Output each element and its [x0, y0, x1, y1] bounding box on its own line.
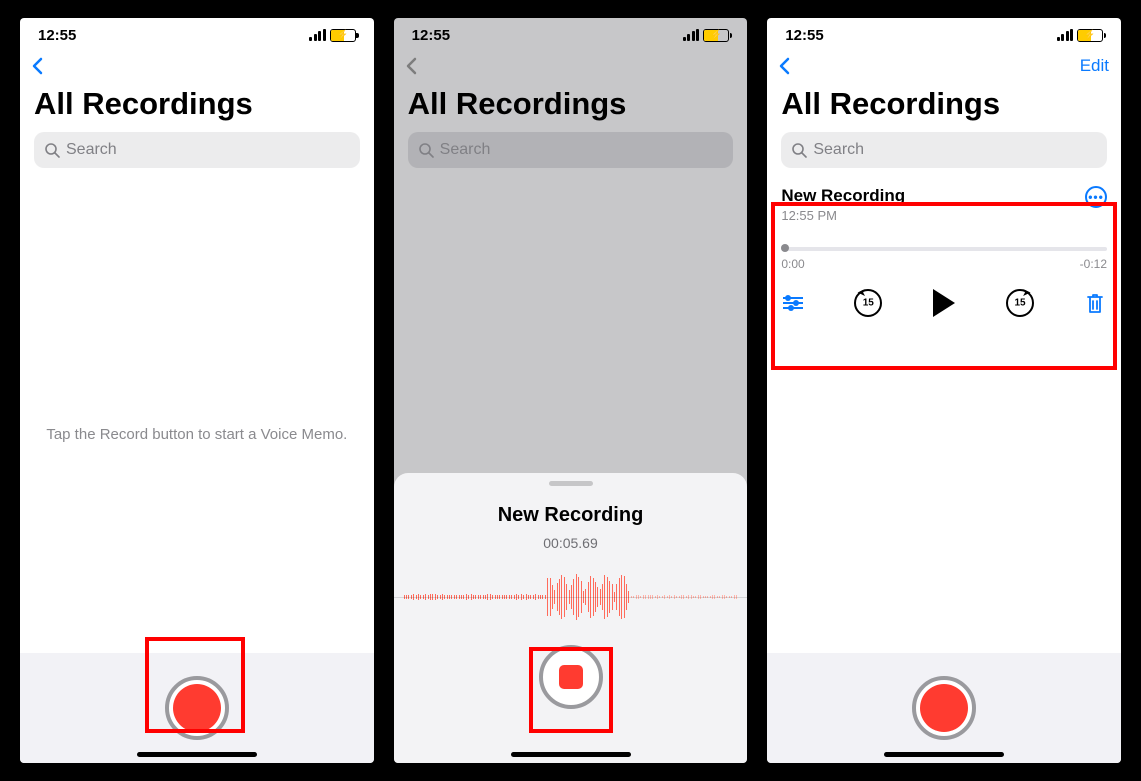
nav-bar: [394, 48, 748, 80]
record-icon: [920, 684, 968, 732]
home-indicator[interactable]: [884, 752, 1004, 757]
screen-1-empty-list: 12:55 ⚡ All Recordings Search Tap the Re…: [20, 18, 374, 763]
home-indicator[interactable]: [137, 752, 257, 757]
search-input: Search: [408, 132, 734, 168]
record-tray: [767, 653, 1121, 763]
battery-icon: ⚡: [330, 29, 356, 42]
home-indicator[interactable]: [511, 752, 631, 757]
status-time: 12:55: [785, 27, 823, 44]
search-icon: [418, 142, 434, 158]
battery-icon: ⚡: [703, 29, 729, 42]
highlight-box: [145, 637, 245, 733]
signal-icon: [309, 29, 326, 41]
search-input[interactable]: Search: [781, 132, 1107, 168]
search-placeholder: Search: [813, 141, 864, 159]
recording-title: New Recording: [498, 504, 644, 527]
highlight-box: [771, 202, 1117, 370]
recording-elapsed: 00:05.69: [543, 535, 598, 551]
nav-bar: [20, 48, 374, 80]
signal-icon: [683, 29, 700, 41]
search-input[interactable]: Search: [34, 132, 360, 168]
waveform: [394, 567, 748, 627]
back-chevron-icon[interactable]: [775, 56, 795, 76]
empty-hint: Tap the Record button to start a Voice M…: [20, 426, 374, 443]
status-time: 12:55: [38, 27, 76, 44]
back-chevron-icon: [402, 56, 422, 76]
nav-bar: Edit: [767, 48, 1121, 80]
search-placeholder: Search: [440, 141, 491, 159]
page-title: All Recordings: [394, 80, 748, 132]
record-button[interactable]: [912, 676, 976, 740]
battery-icon: ⚡: [1077, 29, 1103, 42]
signal-icon: [1057, 29, 1074, 41]
status-bar: 12:55 ⚡: [394, 18, 748, 48]
highlight-box: [529, 647, 613, 733]
back-chevron-icon[interactable]: [28, 56, 48, 76]
page-title: All Recordings: [20, 80, 374, 132]
sheet-grabber[interactable]: [549, 481, 593, 486]
status-bar: 12:55 ⚡: [20, 18, 374, 48]
page-title: All Recordings: [767, 80, 1121, 132]
screen-3-saved-item: 12:55 ⚡ Edit All Recordings Search New R…: [767, 18, 1121, 763]
screen-2-recording: 12:55 ⚡ All Recordings Search New Record…: [394, 18, 748, 763]
search-placeholder: Search: [66, 141, 117, 159]
edit-button[interactable]: Edit: [1080, 56, 1109, 76]
search-icon: [44, 142, 60, 158]
search-icon: [791, 142, 807, 158]
status-time: 12:55: [412, 27, 450, 44]
status-bar: 12:55 ⚡: [767, 18, 1121, 48]
